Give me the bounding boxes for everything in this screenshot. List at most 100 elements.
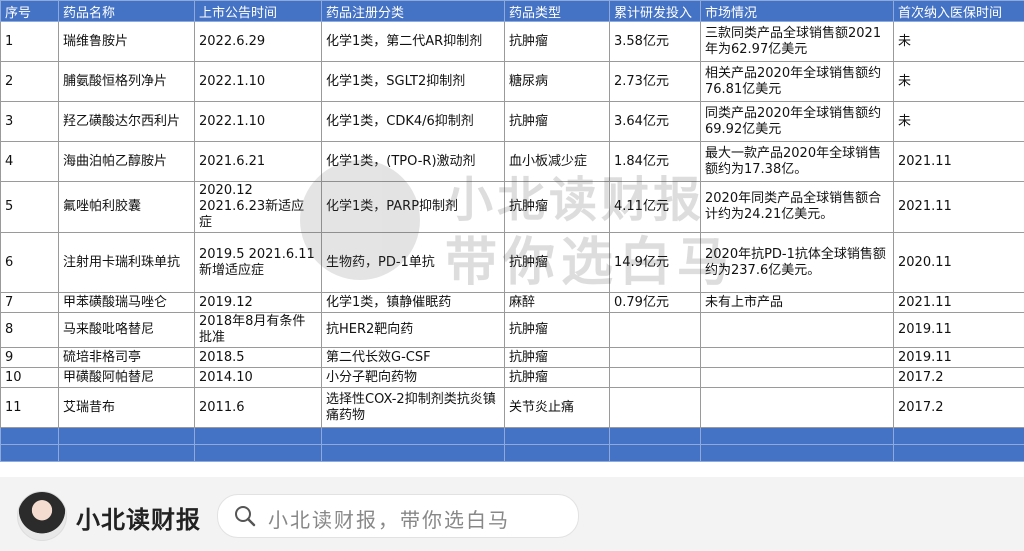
cell-drug-name: 硫培非格司亭 <box>58 347 195 368</box>
cell-drug-name: 羟乙磺酸达尔西利片 <box>58 101 195 142</box>
cell-rd-investment: 2.73亿元 <box>609 61 701 102</box>
cell-index: 8 <box>0 312 59 348</box>
cell-index: 1 <box>0 21 59 62</box>
cell-market: 三款同类产品全球销售额2021年为62.97亿美元 <box>700 21 894 62</box>
table-row: 4 海曲泊帕乙醇胺片 2021.6.21 化学1类，(TPO-R)激动剂 血小板减少症 1… <box>0 141 1024 182</box>
cell-drug-type: 抗肿瘤 <box>504 232 610 293</box>
cell-drug-type: 抗肿瘤 <box>504 312 610 348</box>
table-row: 3 羟乙磺酸达尔西利片 2022.1.10 化学1类，CDK4/6抑制剂 抗肿瘤 3.64… <box>0 101 1024 142</box>
cell-insurance-date: 2017.2 <box>893 387 1024 428</box>
cell-launch-date: 2011.6 <box>194 387 322 428</box>
table-row: 2 脯氨酸恒格列净片 2022.1.10 化学1类，SGLT2抑制剂 糖尿病 2.73亿元… <box>0 61 1024 102</box>
table-row: 6 注射用卡瑞利珠单抗 2019.5 2021.6.11新增适应症 生物药，PD-1单… <box>0 232 1024 293</box>
search-placeholder: 小北读财报，带你选白马 <box>268 508 510 532</box>
cell-drug-name: 海曲泊帕乙醇胺片 <box>58 141 195 182</box>
cell-market: 同类产品2020年全球销售额约69.92亿美元 <box>700 101 894 142</box>
cell-launch-date: 2022.1.10 <box>194 101 322 142</box>
cell-market: 相关产品2020年全球销售额约76.81亿美元 <box>700 61 894 102</box>
cell-launch-date: 2019.12 <box>194 292 322 313</box>
footer-band-cell <box>893 427 1024 445</box>
cell-drug-type: 关节炎止痛 <box>504 387 610 428</box>
table-row: 5 氟唑帕利胶囊 2020.12 2021.6.23新适应症 化学1类，PARP抑制剂… <box>0 181 1024 233</box>
cell-drug-name: 马来酸吡咯替尼 <box>58 312 195 348</box>
footer-band-cell <box>893 444 1024 462</box>
cell-drug-name: 艾瑞昔布 <box>58 387 195 428</box>
cell-rd-investment: 1.84亿元 <box>609 141 701 182</box>
table-footer-band <box>0 444 1024 462</box>
footer-band-cell <box>321 444 505 462</box>
cell-insurance-date: 2021.11 <box>893 292 1024 313</box>
cell-registration-class: 小分子靶向药物 <box>321 367 505 388</box>
table-row: 8 马来酸吡咯替尼 2018年8月有条件批准 抗HER2靶向药 抗肿瘤 2019.11 <box>0 312 1024 348</box>
footer-band-cell <box>321 427 505 445</box>
drug-table-region: 序号 药品名称 上市公告时间 药品注册分类 药品类型 累计研发投入 市场情况 首… <box>0 0 1024 477</box>
cell-launch-date: 2021.6.21 <box>194 141 322 182</box>
cell-drug-name: 甲苯磺酸瑞马唑仑 <box>58 292 195 313</box>
brand-name[interactable]: 小北读财报 <box>76 500 201 535</box>
cell-rd-investment: 14.9亿元 <box>609 232 701 293</box>
cell-insurance-date: 2021.11 <box>893 181 1024 233</box>
header-registration-class: 药品注册分类 <box>321 0 505 22</box>
footer-band-cell <box>700 427 894 445</box>
cell-index: 4 <box>0 141 59 182</box>
footer-band-cell <box>194 444 322 462</box>
header-drug-name: 药品名称 <box>58 0 195 22</box>
cell-registration-class: 化学1类，SGLT2抑制剂 <box>321 61 505 102</box>
cell-drug-name: 甲磺酸阿帕替尼 <box>58 367 195 388</box>
cell-drug-type: 抗肿瘤 <box>504 181 610 233</box>
search-box[interactable]: 小北读财报，带你选白马 <box>217 494 579 538</box>
cell-registration-class: 生物药，PD-1单抗 <box>321 232 505 293</box>
table-header-row: 序号 药品名称 上市公告时间 药品注册分类 药品类型 累计研发投入 市场情况 首… <box>0 0 1024 22</box>
table-row: 9 硫培非格司亭 2018.5 第二代长效G-CSF 抗肿瘤 2019.11 <box>0 347 1024 368</box>
cell-drug-type: 麻醉 <box>504 292 610 313</box>
footer-band-cell <box>58 444 195 462</box>
cell-registration-class: 第二代长效G-CSF <box>321 347 505 368</box>
header-drug-type: 药品类型 <box>504 0 610 22</box>
cell-index: 10 <box>0 367 59 388</box>
cell-drug-type: 抗肿瘤 <box>504 347 610 368</box>
cell-rd-investment: 4.11亿元 <box>609 181 701 233</box>
cell-insurance-date: 未 <box>893 101 1024 142</box>
footer-band-cell <box>609 427 701 445</box>
cell-market: 最大一款产品2020年全球销售额约为17.38亿。 <box>700 141 894 182</box>
cell-rd-investment: 0.79亿元 <box>609 292 701 313</box>
avatar[interactable] <box>17 491 67 541</box>
cell-launch-date: 2014.10 <box>194 367 322 388</box>
cell-registration-class: 化学1类，PARP抑制剂 <box>321 181 505 233</box>
footer-band-cell <box>504 427 610 445</box>
cell-drug-type: 抗肿瘤 <box>504 101 610 142</box>
table-row: 1 瑞维鲁胺片 2022.6.29 化学1类，第二代AR抑制剂 抗肿瘤 3.58亿元 三款同… <box>0 21 1024 62</box>
cell-drug-name: 脯氨酸恒格列净片 <box>58 61 195 102</box>
header-insurance-date: 首次纳入医保时间 <box>893 0 1024 22</box>
footer-band-cell <box>609 444 701 462</box>
table-row: 7 甲苯磺酸瑞马唑仑 2019.12 化学1类，镇静催眠药 麻醉 0.79亿元 未有上市产品… <box>0 292 1024 313</box>
cell-insurance-date: 未 <box>893 61 1024 102</box>
cell-drug-name: 瑞维鲁胺片 <box>58 21 195 62</box>
cell-drug-type: 血小板减少症 <box>504 141 610 182</box>
cell-index: 7 <box>0 292 59 313</box>
cell-registration-class: 化学1类，CDK4/6抑制剂 <box>321 101 505 142</box>
cell-launch-date: 2022.6.29 <box>194 21 322 62</box>
footer-band-cell <box>194 427 322 445</box>
cell-registration-class: 抗HER2靶向药 <box>321 312 505 348</box>
table-row: 11 艾瑞昔布 2011.6 选择性COX-2抑制剂类抗炎镇痛药物 关节炎止痛 2017.… <box>0 387 1024 428</box>
cell-market <box>700 367 894 388</box>
cell-registration-class: 化学1类，第二代AR抑制剂 <box>321 21 505 62</box>
cell-insurance-date: 2017.2 <box>893 367 1024 388</box>
cell-market <box>700 312 894 348</box>
cell-launch-date: 2018年8月有条件批准 <box>194 312 322 348</box>
cell-drug-type: 糖尿病 <box>504 61 610 102</box>
cell-insurance-date: 2019.11 <box>893 312 1024 348</box>
cell-launch-date: 2022.1.10 <box>194 61 322 102</box>
footer-band-cell <box>58 427 195 445</box>
cell-drug-type: 抗肿瘤 <box>504 367 610 388</box>
cell-index: 2 <box>0 61 59 102</box>
cell-drug-name: 氟唑帕利胶囊 <box>58 181 195 233</box>
cell-insurance-date: 未 <box>893 21 1024 62</box>
cell-rd-investment: 3.58亿元 <box>609 21 701 62</box>
cell-drug-type: 抗肿瘤 <box>504 21 610 62</box>
cell-index: 3 <box>0 101 59 142</box>
cell-rd-investment: 3.64亿元 <box>609 101 701 142</box>
cell-drug-name: 注射用卡瑞利珠单抗 <box>58 232 195 293</box>
cell-index: 11 <box>0 387 59 428</box>
